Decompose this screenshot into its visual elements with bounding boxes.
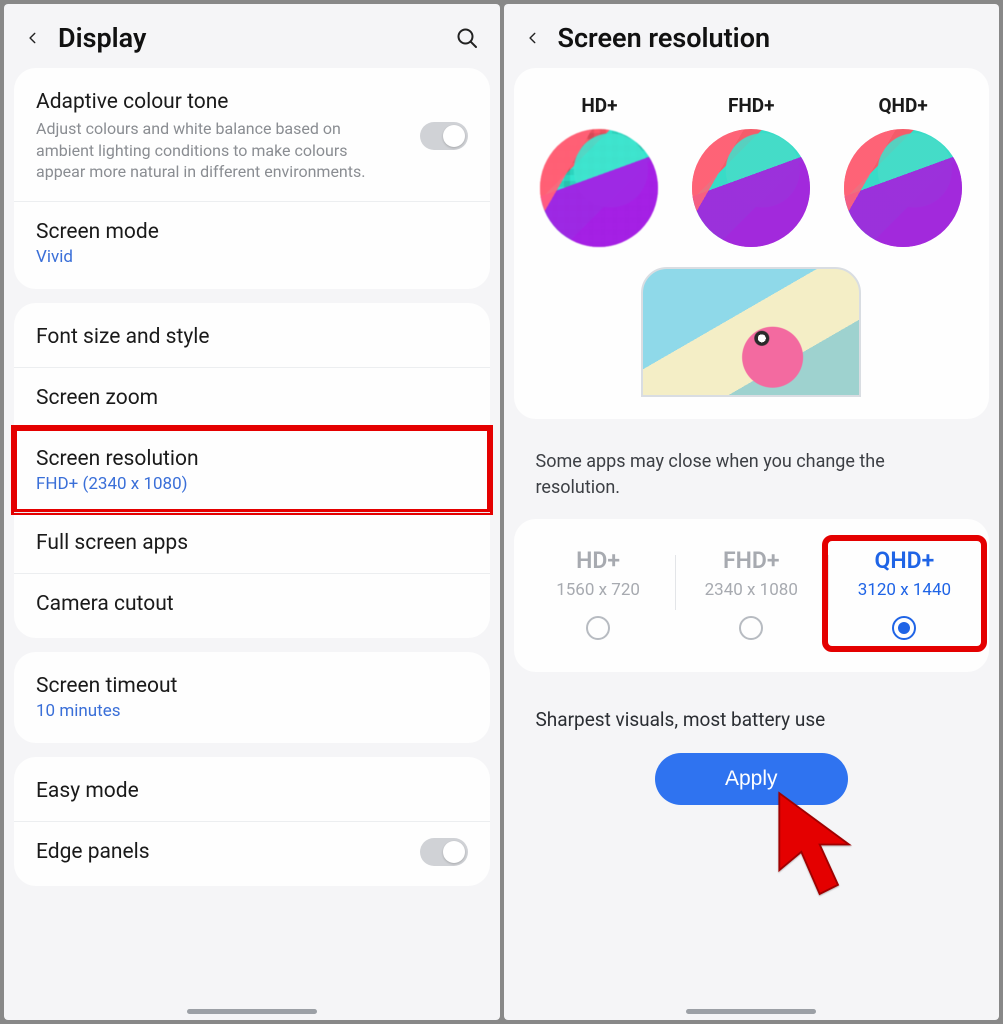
screen-resolution-screen: Screen resolution HD+ FHD+ QHD+ <box>504 4 1000 1020</box>
page-title: Screen resolution <box>558 22 771 54</box>
row-value: Vivid <box>36 247 468 267</box>
preview-image-icon <box>844 129 962 247</box>
option-hd[interactable]: HD+ 1560 x 720 <box>522 541 675 646</box>
card-color: Adaptive colour tone Adjust colours and … <box>14 68 490 289</box>
option-name: QHD+ <box>832 547 977 574</box>
row-easy-mode[interactable]: Easy mode <box>14 761 490 821</box>
search-icon[interactable] <box>454 25 480 51</box>
row-screen-zoom[interactable]: Screen zoom <box>14 367 490 428</box>
adaptive-colour-toggle[interactable] <box>420 122 468 150</box>
row-title: Screen timeout <box>36 674 468 698</box>
preview-fhd: FHD+ <box>692 94 810 247</box>
row-title: Screen zoom <box>36 386 468 410</box>
option-qhd[interactable]: QHD+ 3120 x 1440 <box>828 541 981 646</box>
preview-hd: HD+ <box>540 94 658 247</box>
option-resolution: 3120 x 1440 <box>832 580 977 600</box>
wallpaper-preview-icon <box>641 267 861 397</box>
page-title: Display <box>58 22 146 54</box>
apply-button[interactable]: Apply <box>655 753 848 805</box>
selected-resolution-description: Sharpest visuals, most battery use <box>514 686 990 741</box>
preview-image-icon <box>540 129 658 247</box>
row-title: Adaptive colour tone <box>36 90 468 114</box>
back-icon[interactable] <box>522 27 544 49</box>
home-indicator[interactable] <box>686 1009 816 1014</box>
row-title: Screen resolution <box>36 447 468 471</box>
option-resolution: 2340 x 1080 <box>679 580 824 600</box>
preview-label: HD+ <box>540 94 658 117</box>
radio-icon[interactable] <box>892 616 916 640</box>
preview-image-icon <box>692 129 810 247</box>
header: Display <box>4 4 500 68</box>
home-indicator[interactable] <box>187 1009 317 1014</box>
row-description: Adjust colours and white balance based o… <box>36 118 396 183</box>
preview-label: FHD+ <box>692 94 810 117</box>
edge-panels-toggle[interactable] <box>420 838 468 866</box>
card-misc: Easy mode Edge panels <box>14 757 490 886</box>
option-name: HD+ <box>526 547 671 574</box>
resolution-change-note: Some apps may close when you change the … <box>514 433 990 519</box>
row-full-screen-apps[interactable]: Full screen apps <box>14 512 490 573</box>
row-title: Screen mode <box>36 220 468 244</box>
back-icon[interactable] <box>22 27 44 49</box>
row-value: FHD+ (2340 x 1080) <box>36 474 468 494</box>
card-resolution-options: HD+ 1560 x 720 FHD+ 2340 x 1080 QHD+ 312… <box>514 519 990 672</box>
row-screen-mode[interactable]: Screen mode Vivid <box>14 201 490 285</box>
row-camera-cutout[interactable]: Camera cutout <box>14 573 490 634</box>
radio-icon[interactable] <box>586 616 610 640</box>
row-title: Edge panels <box>36 840 468 864</box>
row-title: Font size and style <box>36 325 468 349</box>
row-value: 10 minutes <box>36 701 468 721</box>
option-resolution: 1560 x 720 <box>526 580 671 600</box>
row-title: Full screen apps <box>36 531 468 555</box>
row-screen-timeout[interactable]: Screen timeout 10 minutes <box>14 656 490 739</box>
apply-wrapper: Apply <box>514 741 990 805</box>
radio-icon[interactable] <box>739 616 763 640</box>
preview-qhd: QHD+ <box>844 94 962 247</box>
row-edge-panels[interactable]: Edge panels <box>14 821 490 882</box>
row-screen-resolution[interactable]: Screen resolution FHD+ (2340 x 1080) <box>14 428 490 512</box>
row-adaptive-colour-tone[interactable]: Adaptive colour tone Adjust colours and … <box>14 72 490 201</box>
option-name: FHD+ <box>679 547 824 574</box>
row-font-size[interactable]: Font size and style <box>14 307 490 367</box>
option-fhd[interactable]: FHD+ 2340 x 1080 <box>675 541 828 646</box>
card-timeout: Screen timeout 10 minutes <box>14 652 490 743</box>
card-font: Font size and style Screen zoom Screen r… <box>14 303 490 638</box>
row-title: Camera cutout <box>36 592 468 616</box>
row-title: Easy mode <box>36 779 468 803</box>
preview-label: QHD+ <box>844 94 962 117</box>
display-settings-screen: Display Adaptive colour tone Adjust colo… <box>4 4 500 1020</box>
header: Screen resolution <box>504 4 1000 68</box>
card-previews: HD+ FHD+ QHD+ <box>514 68 990 419</box>
